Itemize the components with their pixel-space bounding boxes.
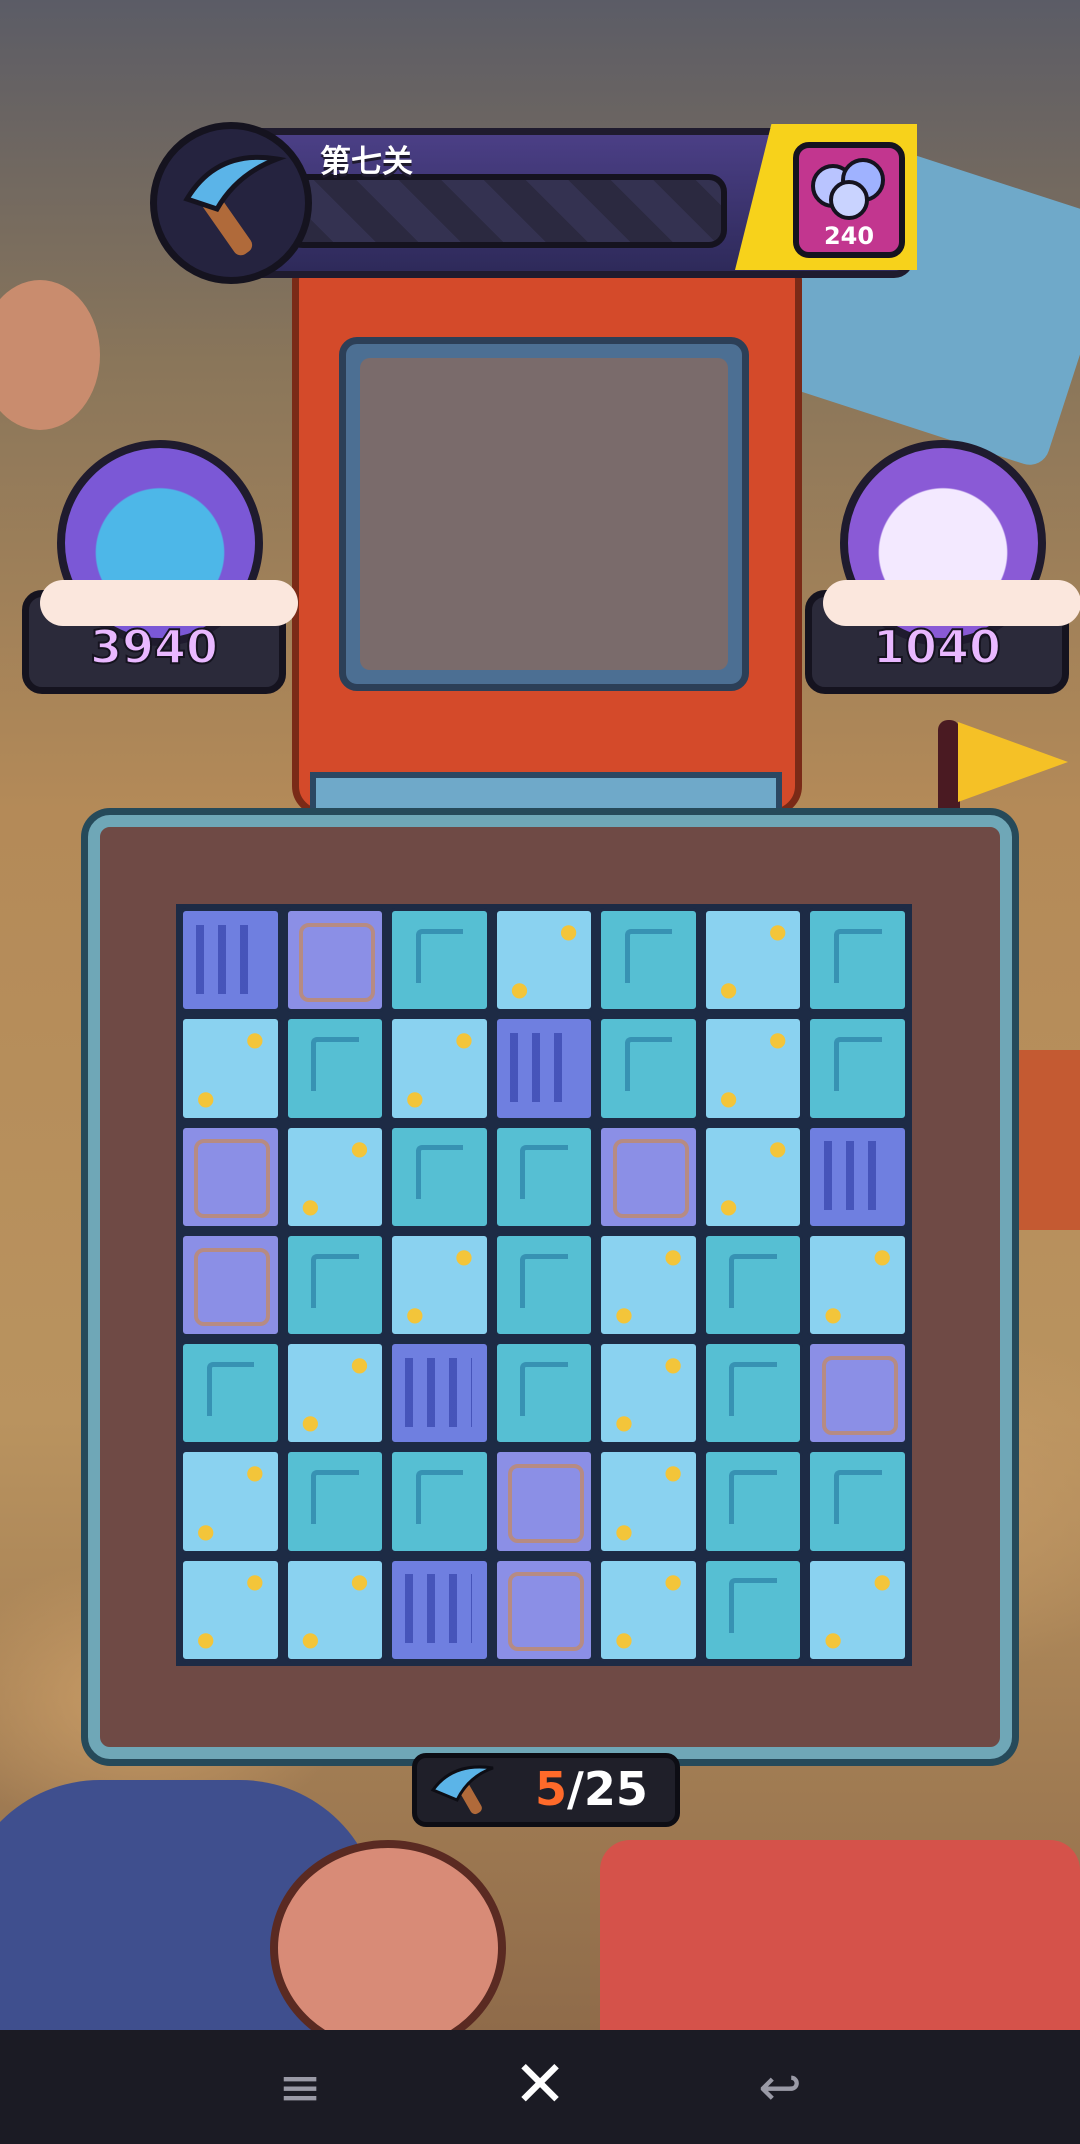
back-icon[interactable]: ↩: [750, 2058, 810, 2118]
board-tile-0-5[interactable]: [702, 908, 804, 1013]
board-tile-4-2[interactable]: [389, 1341, 490, 1446]
board-tile-4-1[interactable]: [284, 1341, 386, 1446]
board-tile-5-0[interactable]: [180, 1449, 281, 1554]
board-tile-3-2[interactable]: [389, 1232, 490, 1338]
background-junk-pot: [0, 280, 100, 430]
board-tile-2-0[interactable]: [180, 1124, 281, 1229]
player-right: 1040: [805, 440, 1080, 700]
board-tile-2-2[interactable]: [389, 1124, 490, 1229]
player-left: 3940: [22, 440, 298, 700]
board-tile-1-6[interactable]: [807, 1016, 908, 1121]
board-tile-2-5[interactable]: [702, 1124, 804, 1229]
level-hud: 第七关 240: [150, 122, 922, 284]
board-tile-3-1[interactable]: [284, 1232, 386, 1338]
level-progress-bar: [285, 174, 727, 248]
background-junk-awning: [600, 1840, 1080, 2030]
board-tile-4-5[interactable]: [702, 1341, 804, 1446]
tile-grid: [176, 904, 912, 1666]
board-tile-5-6[interactable]: [807, 1449, 908, 1554]
machine-window: [339, 337, 749, 691]
board-tile-0-3[interactable]: [493, 908, 595, 1013]
board-tile-0-4[interactable]: [598, 908, 699, 1013]
board-tile-6-4[interactable]: [598, 1557, 699, 1662]
close-icon[interactable]: ✕: [505, 2050, 575, 2120]
board-tile-5-3[interactable]: [493, 1449, 595, 1554]
board-tile-6-0[interactable]: [180, 1557, 281, 1662]
system-nav-bar: ≡ ✕ ↩: [0, 2030, 1080, 2144]
board-tile-3-5[interactable]: [702, 1232, 804, 1338]
pickaxe-icon: [430, 1765, 494, 1815]
board-tile-6-3[interactable]: [493, 1557, 595, 1662]
board-tile-0-0[interactable]: [180, 908, 281, 1013]
board-tile-1-0[interactable]: [180, 1016, 281, 1121]
board-tile-2-6[interactable]: [807, 1124, 908, 1229]
pickaxe-icon: [150, 122, 312, 284]
board-tile-1-2[interactable]: [389, 1016, 490, 1121]
board-tile-0-6[interactable]: [807, 908, 908, 1013]
board-tile-4-0[interactable]: [180, 1341, 281, 1446]
moves-separator: /: [567, 1762, 584, 1816]
board-tile-3-4[interactable]: [598, 1232, 699, 1338]
moves-total: 25: [583, 1762, 648, 1816]
board-tile-3-0[interactable]: [180, 1232, 281, 1338]
board-tile-1-3[interactable]: [493, 1016, 595, 1121]
board-tile-6-5[interactable]: [702, 1557, 804, 1662]
board-tile-5-1[interactable]: [284, 1449, 386, 1554]
board-tile-2-4[interactable]: [598, 1124, 699, 1229]
moves-counter: 5/25: [412, 1753, 680, 1827]
reward-count: 240: [823, 222, 875, 250]
board-tile-6-6[interactable]: [807, 1557, 908, 1662]
board-tile-3-6[interactable]: [807, 1232, 908, 1338]
board-tile-5-2[interactable]: [389, 1449, 490, 1554]
board-tile-6-2[interactable]: [389, 1557, 490, 1662]
moves-text: 5/25: [535, 1762, 648, 1816]
moves-current: 5: [535, 1762, 568, 1816]
player-right-score: 1040: [872, 619, 1002, 675]
board-tile-6-1[interactable]: [284, 1557, 386, 1662]
board-tile-2-1[interactable]: [284, 1124, 386, 1229]
level-title: 第七关: [320, 144, 413, 180]
board-tile-1-1[interactable]: [284, 1016, 386, 1121]
board-tile-4-3[interactable]: [493, 1341, 595, 1446]
board-tile-5-5[interactable]: [702, 1449, 804, 1554]
vending-machine: [292, 262, 802, 816]
menu-icon[interactable]: ≡: [270, 2058, 330, 2118]
board-tile-4-4[interactable]: [598, 1341, 699, 1446]
board-tile-1-5[interactable]: [702, 1016, 804, 1121]
board-tile-4-6[interactable]: [807, 1341, 908, 1446]
game-scene: 第七关 240 3940 1040 ● ● ● ● ● ● ● ● ● ● ● …: [0, 0, 1080, 2030]
machine-window-contents: [360, 358, 728, 670]
board-tile-2-3[interactable]: [493, 1124, 595, 1229]
board-tile-0-1[interactable]: [284, 908, 386, 1013]
board-tile-5-4[interactable]: [598, 1449, 699, 1554]
board-tile-0-2[interactable]: [389, 908, 490, 1013]
flag-icon: [958, 722, 1068, 802]
reward-panel[interactable]: 240: [735, 124, 917, 270]
board-tile-3-3[interactable]: [493, 1232, 595, 1338]
player-left-score: 3940: [89, 619, 219, 675]
board-tile-1-4[interactable]: [598, 1016, 699, 1121]
